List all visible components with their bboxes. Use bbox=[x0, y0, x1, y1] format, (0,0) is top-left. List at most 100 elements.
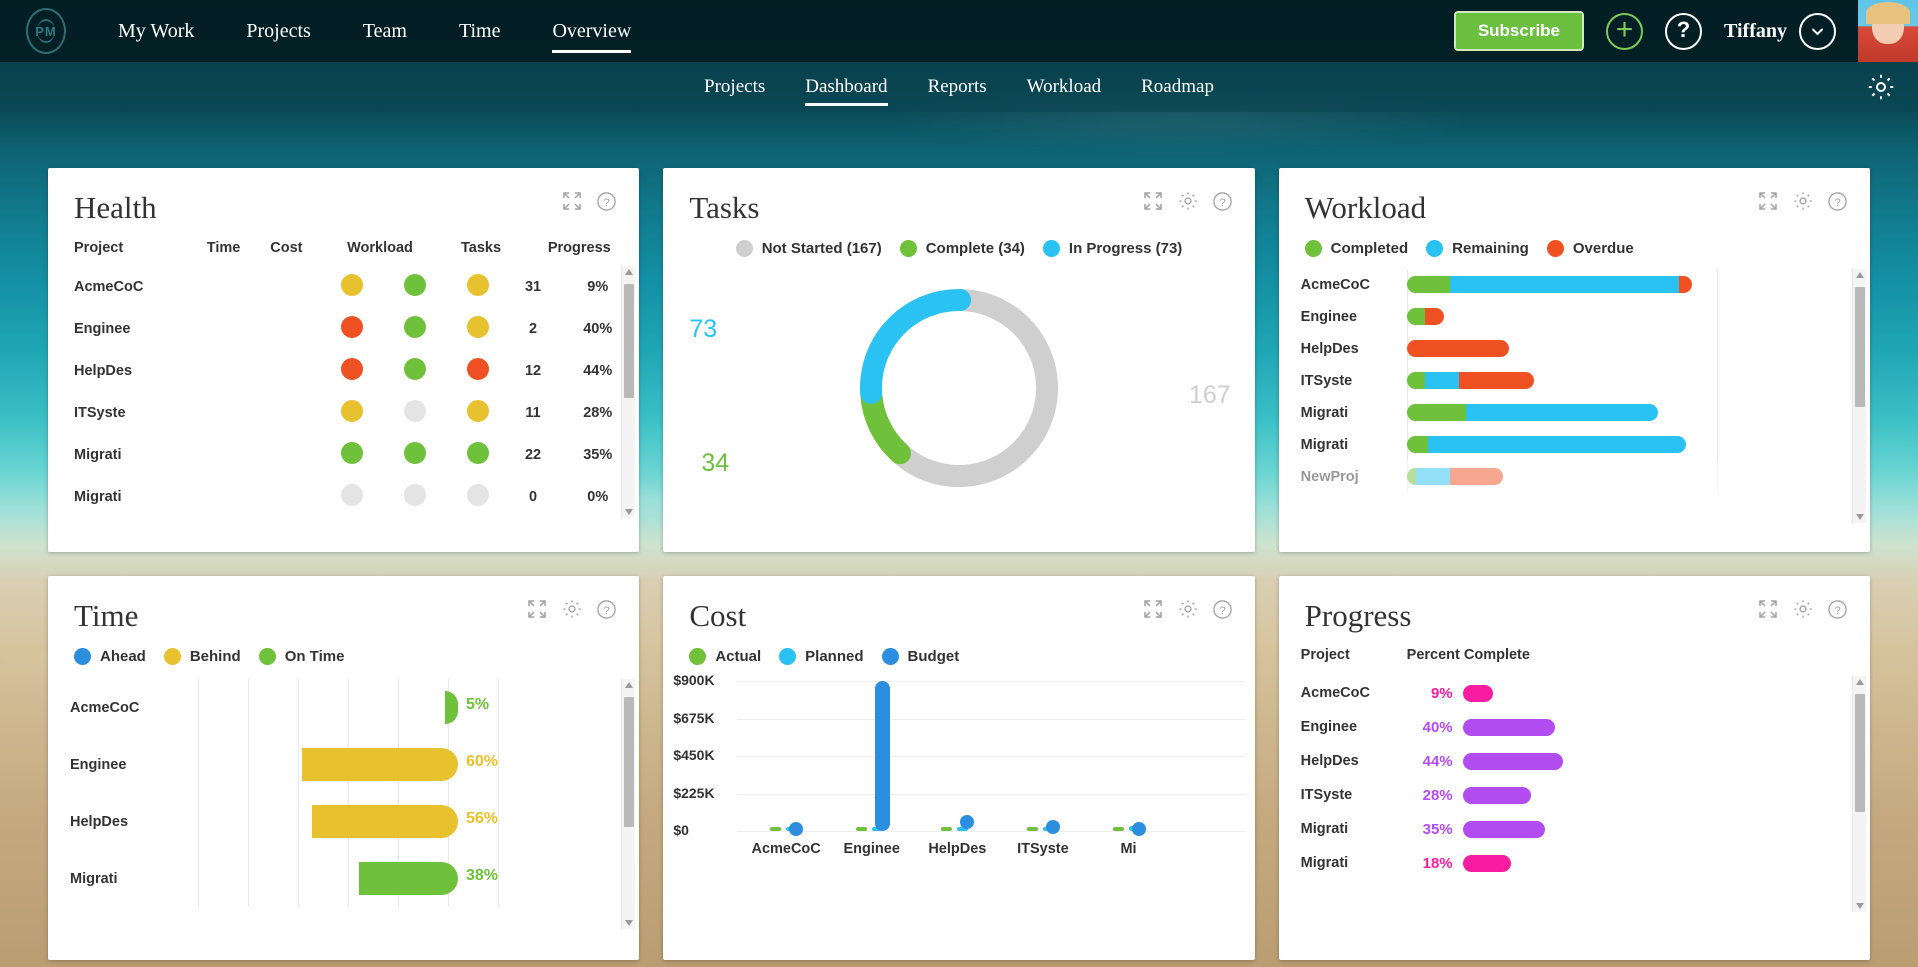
legend-planned[interactable]: Planned bbox=[779, 648, 864, 665]
scroll-up-arrow-icon[interactable] bbox=[625, 682, 634, 688]
scrollbar-progress[interactable] bbox=[1851, 676, 1866, 912]
legend-behind[interactable]: Behind bbox=[163, 648, 241, 665]
tab-workload[interactable]: Workload bbox=[1007, 62, 1121, 112]
gear-icon[interactable] bbox=[1177, 598, 1199, 625]
progress-row[interactable]: Migrati 35% bbox=[1279, 812, 1870, 846]
bar-segment-completed[interactable] bbox=[1406, 372, 1426, 389]
workload-row[interactable]: AcmeCoC bbox=[1279, 269, 1870, 301]
time-bar[interactable] bbox=[302, 748, 458, 781]
legend-in-progress[interactable]: In Progress (73) bbox=[1042, 240, 1182, 257]
scroll-down-arrow-icon[interactable] bbox=[1855, 514, 1864, 520]
workload-row[interactable]: ITSyste bbox=[1279, 365, 1870, 397]
table-row[interactable]: Migrati 22 35% bbox=[48, 434, 639, 476]
gear-icon[interactable] bbox=[561, 598, 583, 625]
bar-segment-completed[interactable] bbox=[1406, 468, 1416, 485]
workload-bar[interactable] bbox=[1406, 372, 1534, 389]
legend-overdue[interactable]: Overdue bbox=[1546, 240, 1634, 257]
legend-budget[interactable]: Budget bbox=[881, 648, 959, 665]
help-icon[interactable]: ? bbox=[1827, 599, 1848, 625]
gear-icon[interactable] bbox=[1177, 190, 1199, 217]
bar-segment-completed[interactable] bbox=[1406, 308, 1426, 325]
workload-scroll[interactable]: AcmeCoC Enginee HelpDes ITSyste Migrati Migra… bbox=[1279, 269, 1870, 523]
cost-bar-actual[interactable] bbox=[855, 827, 867, 831]
workload-bar[interactable] bbox=[1406, 404, 1658, 421]
donut-segment-in-progress[interactable] bbox=[860, 289, 972, 404]
table-row[interactable]: Enginee 2 40% bbox=[48, 308, 639, 350]
scroll-down-arrow-icon[interactable] bbox=[625, 920, 634, 926]
gear-icon[interactable] bbox=[1792, 190, 1814, 217]
help-icon[interactable]: ? bbox=[1212, 599, 1233, 625]
cost-bar-actual[interactable] bbox=[1026, 827, 1038, 831]
bar-segment-completed[interactable] bbox=[1406, 404, 1466, 421]
bar-segment-overdue[interactable] bbox=[1406, 340, 1509, 357]
scrollbar-workload[interactable] bbox=[1851, 269, 1866, 523]
tab-projects[interactable]: Projects bbox=[684, 62, 785, 112]
progress-bar[interactable] bbox=[1462, 854, 1511, 872]
legend-completed[interactable]: Completed bbox=[1304, 240, 1408, 257]
scrollbar-health[interactable] bbox=[621, 266, 636, 518]
legend-ahead[interactable]: Ahead bbox=[74, 648, 146, 665]
donut-segment-not-started[interactable] bbox=[891, 289, 1058, 487]
cost-bar-actual[interactable] bbox=[1112, 827, 1124, 831]
progress-row[interactable]: ITSyste 28% bbox=[1279, 778, 1870, 812]
workload-bar[interactable] bbox=[1406, 340, 1509, 357]
progress-bar[interactable] bbox=[1462, 820, 1545, 838]
progress-row[interactable]: Migrati 18% bbox=[1279, 846, 1870, 880]
bar-segment-remaining[interactable] bbox=[1425, 372, 1460, 389]
table-row[interactable]: ITSyste 11 28% bbox=[48, 392, 639, 434]
table-row[interactable]: Migrati 0 0% bbox=[48, 476, 639, 518]
cost-bar-budget[interactable] bbox=[874, 681, 890, 831]
expand-icon[interactable] bbox=[1757, 598, 1779, 625]
time-bar[interactable] bbox=[312, 805, 458, 838]
workload-row[interactable]: Enginee bbox=[1279, 301, 1870, 333]
help-icon[interactable]: ? bbox=[1827, 191, 1848, 217]
workload-row[interactable]: Migrati bbox=[1279, 397, 1870, 429]
bar-segment-overdue[interactable] bbox=[1679, 276, 1692, 293]
legend-remaining[interactable]: Remaining bbox=[1426, 240, 1529, 257]
progress-row[interactable]: Enginee 40% bbox=[1279, 710, 1870, 744]
legend-complete[interactable]: Complete (34) bbox=[899, 240, 1025, 257]
bar-segment-remaining[interactable] bbox=[1428, 436, 1686, 453]
cost-point-budget[interactable] bbox=[1131, 822, 1146, 836]
progress-row[interactable]: AcmeCoC 9% bbox=[1279, 676, 1870, 710]
scroll-down-arrow-icon[interactable] bbox=[1855, 903, 1864, 909]
time-scroll[interactable]: AcmeCoC 5% Enginee 60% HelpDes 56% Migrati 38% bbox=[48, 679, 639, 929]
subscribe-button[interactable]: Subscribe bbox=[1453, 11, 1585, 51]
expand-icon[interactable] bbox=[561, 190, 583, 217]
tab-dashboard[interactable]: Dashboard bbox=[785, 62, 907, 112]
progress-bar[interactable] bbox=[1462, 786, 1531, 804]
nav-item-projects[interactable]: Projects bbox=[220, 0, 336, 62]
legend-actual[interactable]: Actual bbox=[689, 648, 761, 665]
expand-icon[interactable] bbox=[1757, 190, 1779, 217]
bar-segment-completed[interactable] bbox=[1406, 436, 1429, 453]
table-row[interactable]: HelpDes 12 44% bbox=[48, 350, 639, 392]
bar-segment-overdue[interactable] bbox=[1450, 468, 1503, 485]
scrollbar-time[interactable] bbox=[621, 679, 636, 929]
workload-bar[interactable] bbox=[1406, 308, 1444, 325]
scroll-up-arrow-icon[interactable] bbox=[1855, 272, 1864, 278]
table-row[interactable]: AcmeCoC 31 9% bbox=[48, 266, 639, 308]
time-bar[interactable] bbox=[359, 862, 458, 895]
bar-segment-remaining[interactable] bbox=[1465, 404, 1658, 421]
bar-segment-overdue[interactable] bbox=[1425, 308, 1444, 325]
plus-icon[interactable]: + bbox=[1606, 12, 1644, 50]
cost-point-budget[interactable] bbox=[960, 815, 975, 830]
bar-segment-remaining[interactable] bbox=[1415, 468, 1451, 485]
workload-bar[interactable] bbox=[1406, 276, 1692, 293]
scroll-up-arrow-icon[interactable] bbox=[625, 269, 634, 275]
time-row[interactable]: AcmeCoC 5% bbox=[48, 679, 639, 736]
cost-point-budget[interactable] bbox=[789, 821, 804, 836]
workload-row[interactable]: Migrati bbox=[1279, 429, 1870, 461]
gear-icon[interactable] bbox=[1792, 598, 1814, 625]
workload-bar[interactable] bbox=[1406, 468, 1503, 485]
scrollbar-thumb[interactable] bbox=[1854, 287, 1865, 407]
scroll-up-arrow-icon[interactable] bbox=[1855, 679, 1864, 685]
bar-segment-remaining[interactable] bbox=[1450, 276, 1680, 293]
cost-bar-actual[interactable] bbox=[941, 827, 953, 831]
legend-not-started[interactable]: Not Started (167) bbox=[735, 240, 882, 257]
gear-icon[interactable] bbox=[1866, 72, 1896, 107]
nav-item-overview[interactable]: Overview bbox=[526, 0, 657, 62]
time-row[interactable]: HelpDes 56% bbox=[48, 793, 639, 850]
legend-on-time[interactable]: On Time bbox=[258, 648, 344, 665]
nav-item-my-work[interactable]: My Work bbox=[92, 0, 220, 62]
